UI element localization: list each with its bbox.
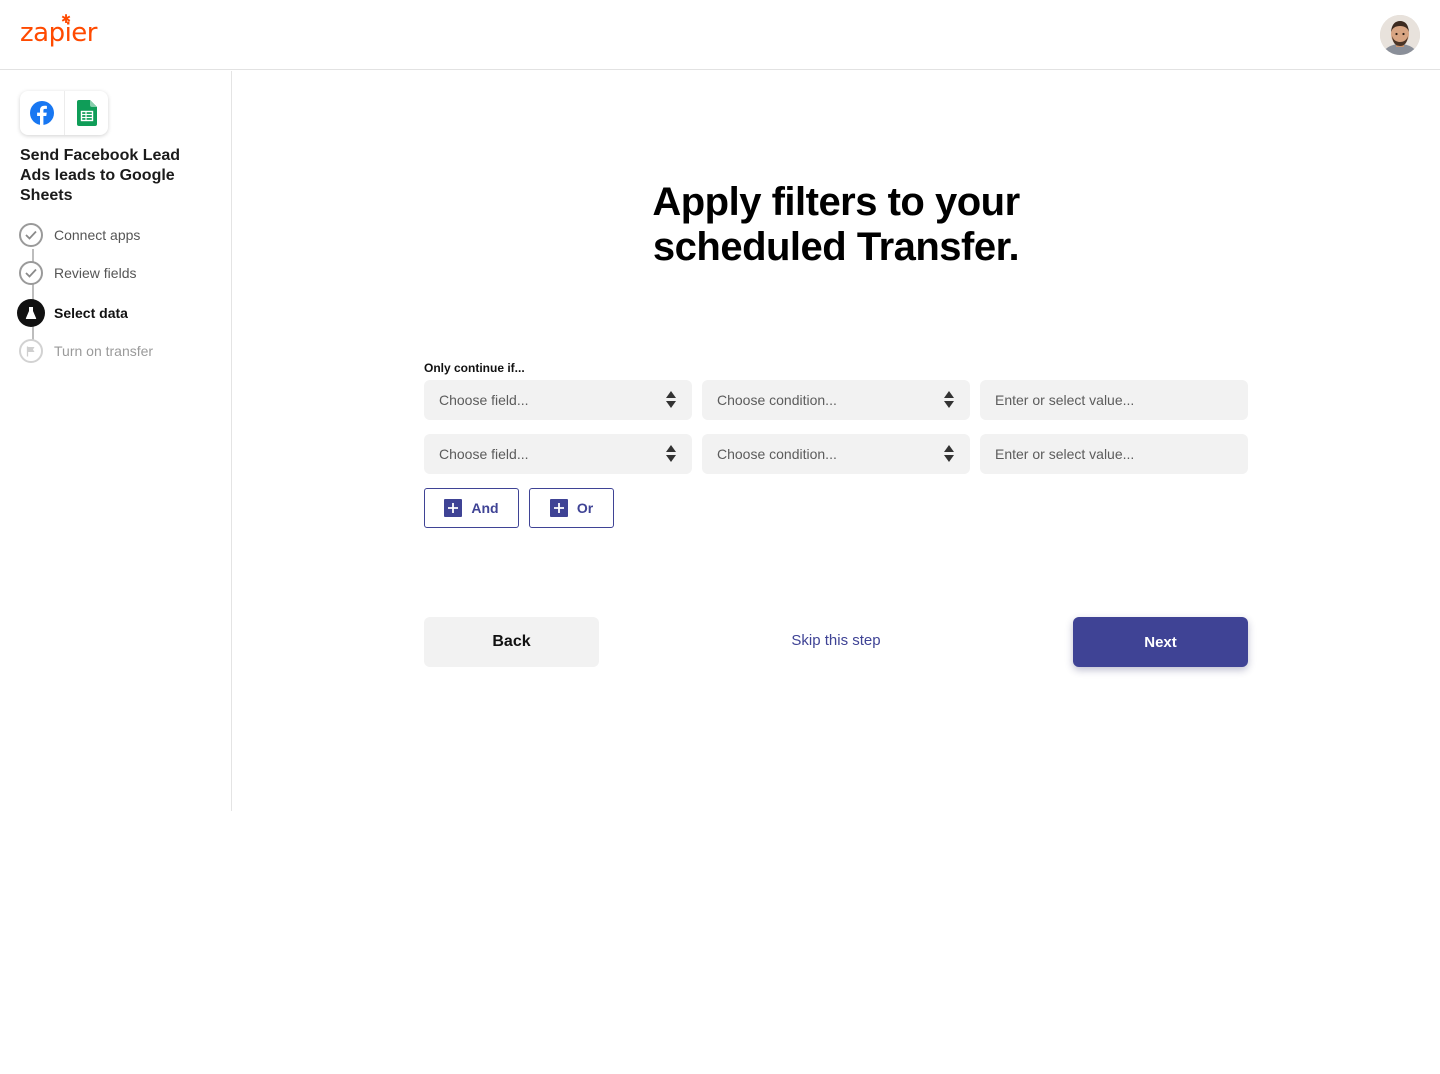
skip-step-link[interactable]: Skip this step [736,632,936,649]
step-review-fields[interactable]: Review fields [19,261,136,285]
value-input[interactable]: Enter or select value... [980,434,1248,474]
and-label: And [471,500,499,516]
flask-icon [17,299,45,327]
select-arrows-icon [666,391,676,409]
plus-icon [549,499,568,517]
avatar[interactable] [1380,15,1420,55]
page-title-line-2: scheduled Transfer. [652,225,1020,269]
zap-app-icons [20,91,108,135]
page-title: Apply filters to your scheduled Transfer… [536,180,1136,270]
avatar-photo [1380,15,1420,55]
value-input-placeholder: Enter or select value... [995,392,1135,408]
field-select[interactable]: Choose field... [424,434,692,474]
logo-asterisk-icon: ✱ [61,12,72,26]
step-turn-on-transfer[interactable]: Turn on transfer [19,339,153,363]
google-sheets-icon [64,91,108,135]
flag-icon [19,339,43,363]
condition-select[interactable]: Choose condition... [702,380,970,420]
plus-icon [444,499,463,517]
condition-select[interactable]: Choose condition... [702,434,970,474]
filter-label: Only continue if... [424,361,525,375]
or-label: Or [576,500,594,516]
check-icon [19,223,43,247]
step-label: Review fields [54,265,137,281]
field-select[interactable]: Choose field... [424,380,692,420]
add-and-button[interactable]: And [424,488,519,528]
facebook-icon [20,91,64,135]
value-input[interactable]: Enter or select value... [980,380,1248,420]
select-arrows-icon [944,445,954,463]
select-arrows-icon [944,391,954,409]
step-label: Turn on transfer [54,343,154,359]
logo-wordmark: zapier [20,18,98,48]
value-input-placeholder: Enter or select value... [995,446,1135,462]
step-label: Connect apps [54,227,141,243]
back-button[interactable]: Back [424,617,599,667]
condition-select-placeholder: Choose condition... [717,446,837,462]
select-arrows-icon [666,445,676,463]
step-connect-apps[interactable]: Connect apps [19,223,140,247]
page-title-line-1: Apply filters to your [652,180,1020,224]
field-select-placeholder: Choose field... [439,392,529,408]
check-icon [19,261,43,285]
field-select-placeholder: Choose field... [439,446,529,462]
next-button[interactable]: Next [1073,617,1248,667]
step-select-data[interactable]: Select data [17,299,128,327]
sidebar: Send Facebook Lead Ads leads to Google S… [0,71,232,811]
step-label: Select data [54,305,128,321]
condition-select-placeholder: Choose condition... [717,392,837,408]
zap-title: Send Facebook Lead Ads leads to Google S… [20,147,181,204]
top-header: zapier ✱ [0,0,1440,70]
add-or-button[interactable]: Or [529,488,614,528]
